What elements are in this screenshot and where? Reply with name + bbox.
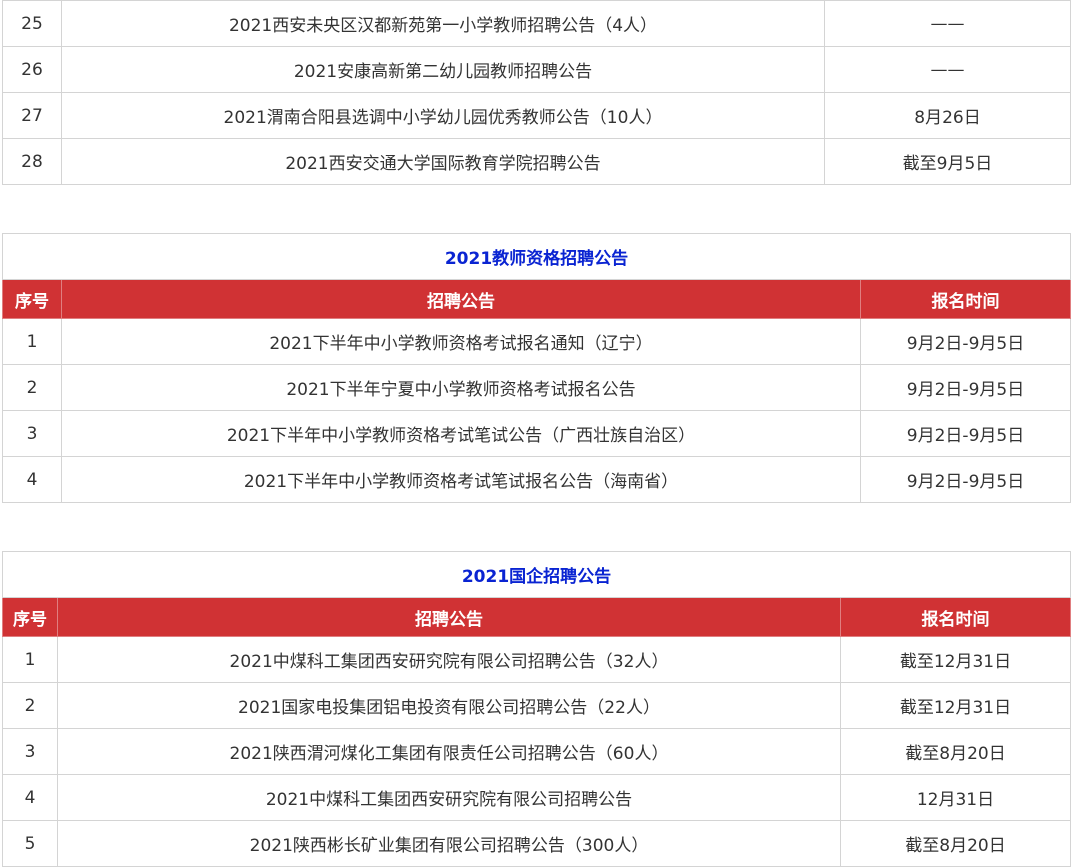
table-header-row: 序号 招聘公告 报名时间	[2, 597, 1071, 637]
table-row: 3 2021下半年中小学教师资格考试笔试公告（广西壮族自治区） 9月2日-9月5…	[2, 410, 1072, 457]
row-number: 2	[2, 364, 62, 411]
table-row: 1 2021下半年中小学教师资格考试报名通知（辽宁） 9月2日-9月5日	[2, 318, 1072, 365]
announcement-link[interactable]: 2021下半年中小学教师资格考试笔试公告（广西壮族自治区）	[61, 410, 861, 457]
signup-time: 12月31日	[840, 774, 1071, 821]
announcement-link[interactable]: 2021西安未央区汉都新苑第一小学教师招聘公告（4人）	[61, 0, 825, 47]
announcement-link[interactable]: 2021渭南合阳县选调中小学幼儿园优秀教师公告（10人）	[61, 92, 825, 139]
table-row: 2 2021下半年宁夏中小学教师资格考试报名公告 9月2日-9月5日	[2, 364, 1072, 411]
announcement-link[interactable]: 2021西安交通大学国际教育学院招聘公告	[61, 138, 825, 185]
table-row: 27 2021渭南合阳县选调中小学幼儿园优秀教师公告（10人） 8月26日	[2, 92, 1071, 139]
row-number: 1	[2, 636, 58, 683]
row-number: 5	[2, 820, 58, 867]
header-number: 序号	[2, 597, 58, 637]
signup-time: ——	[824, 46, 1071, 93]
signup-time: 截至12月31日	[840, 682, 1071, 729]
signup-time: 截至9月5日	[824, 138, 1071, 185]
header-number: 序号	[2, 279, 62, 319]
header-time: 报名时间	[859, 279, 1072, 319]
announcement-link[interactable]: 2021下半年中小学教师资格考试笔试报名公告（海南省）	[61, 456, 861, 503]
table-row: 1 2021中煤科工集团西安研究院有限公司招聘公告（32人） 截至12月31日	[2, 636, 1071, 683]
table-row: 26 2021安康高新第二幼儿园教师招聘公告 ——	[2, 46, 1071, 93]
announcement-link[interactable]: 2021陕西彬长矿业集团有限公司招聘公告（300人）	[57, 820, 841, 867]
signup-time: 9月2日-9月5日	[859, 410, 1072, 457]
row-number: 3	[2, 410, 62, 457]
soe-recruit-table: 2021国企招聘公告 序号 招聘公告 报名时间 1 2021中煤科工集团西安研究…	[2, 551, 1071, 867]
header-time: 报名时间	[840, 597, 1071, 637]
table-caption-row: 2021教师资格招聘公告	[1, 233, 1072, 280]
signup-time: 截至12月31日	[840, 636, 1071, 683]
announcement-link[interactable]: 2021国家电投集团铝电投资有限公司招聘公告（22人）	[57, 682, 841, 729]
table-caption: 2021国企招聘公告	[2, 551, 1071, 598]
row-number: 28	[2, 138, 62, 185]
announcement-link[interactable]: 2021中煤科工集团西安研究院有限公司招聘公告	[57, 774, 841, 821]
table-row: 3 2021陕西渭河煤化工集团有限责任公司招聘公告（60人） 截至8月20日	[2, 728, 1071, 775]
table-row: 4 2021下半年中小学教师资格考试笔试报名公告（海南省） 9月2日-9月5日	[2, 456, 1072, 503]
table-row: 25 2021西安未央区汉都新苑第一小学教师招聘公告（4人） ——	[2, 0, 1071, 47]
announcement-link[interactable]: 2021下半年宁夏中小学教师资格考试报名公告	[61, 364, 861, 411]
signup-time: 9月2日-9月5日	[859, 456, 1072, 503]
table-row: 4 2021中煤科工集团西安研究院有限公司招聘公告 12月31日	[2, 774, 1071, 821]
signup-time: 9月2日-9月5日	[859, 318, 1072, 365]
header-title: 招聘公告	[57, 597, 841, 637]
signup-time: 9月2日-9月5日	[859, 364, 1072, 411]
row-number: 1	[2, 318, 62, 365]
announcement-link[interactable]: 2021陕西渭河煤化工集团有限责任公司招聘公告（60人）	[57, 728, 841, 775]
row-number: 27	[2, 92, 62, 139]
signup-time: 截至8月20日	[840, 728, 1071, 775]
table-caption-row: 2021国企招聘公告	[2, 551, 1071, 598]
announcement-link[interactable]: 2021中煤科工集团西安研究院有限公司招聘公告（32人）	[57, 636, 841, 683]
signup-time: ——	[824, 0, 1071, 47]
signup-time: 截至8月20日	[840, 820, 1071, 867]
row-number: 3	[2, 728, 58, 775]
row-number: 4	[2, 774, 58, 821]
row-number: 25	[2, 0, 62, 47]
signup-time: 8月26日	[824, 92, 1071, 139]
table-caption: 2021教师资格招聘公告	[1, 233, 1072, 280]
table-row: 5 2021陕西彬长矿业集团有限公司招聘公告（300人） 截至8月20日	[2, 820, 1071, 867]
row-number: 26	[2, 46, 62, 93]
teacher-recruit-table-continued: 25 2021西安未央区汉都新苑第一小学教师招聘公告（4人） —— 26 202…	[2, 0, 1071, 185]
announcement-link[interactable]: 2021下半年中小学教师资格考试报名通知（辽宁）	[61, 318, 861, 365]
announcement-link[interactable]: 2021安康高新第二幼儿园教师招聘公告	[61, 46, 825, 93]
table-row: 2 2021国家电投集团铝电投资有限公司招聘公告（22人） 截至12月31日	[2, 682, 1071, 729]
row-number: 2	[2, 682, 58, 729]
teacher-qualification-table: 2021教师资格招聘公告 序号 招聘公告 报名时间 1 2021下半年中小学教师…	[1, 233, 1072, 503]
table-header-row: 序号 招聘公告 报名时间	[2, 279, 1072, 319]
row-number: 4	[2, 456, 62, 503]
table-row: 28 2021西安交通大学国际教育学院招聘公告 截至9月5日	[2, 138, 1071, 185]
header-title: 招聘公告	[61, 279, 861, 319]
